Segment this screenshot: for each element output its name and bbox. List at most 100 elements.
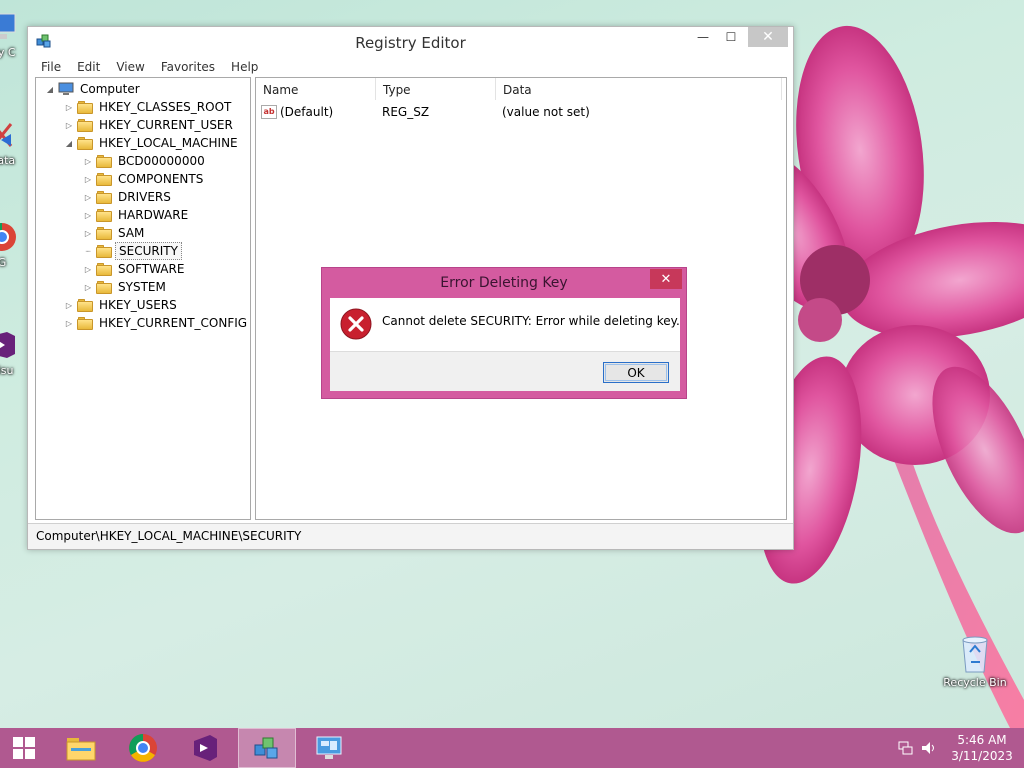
- taskbar: 5:46 AM 3/11/2023: [0, 728, 1024, 768]
- tree-node-bcd00000000[interactable]: ▷ BCD00000000: [82, 152, 208, 170]
- tree-node-label: HKEY_LOCAL_MACHINE: [99, 136, 238, 150]
- desktop-icon-label: My C: [0, 46, 16, 59]
- tree-node-hkey-local-machine[interactable]: ◢ HKEY_LOCAL_MACHINE: [63, 134, 241, 152]
- menu-bar: File Edit View Favorites Help: [28, 57, 793, 77]
- expand-arrow-icon[interactable]: ▷: [63, 319, 75, 328]
- expand-arrow-icon[interactable]: ▷: [63, 301, 75, 310]
- taskbar-registry-editor[interactable]: [238, 728, 296, 768]
- ok-button[interactable]: OK: [603, 362, 669, 383]
- column-header-data[interactable]: Data: [496, 78, 782, 100]
- taskbar-visual-studio[interactable]: [176, 728, 234, 768]
- tree-node-drivers[interactable]: ▷ DRIVERS: [82, 188, 174, 206]
- tree-node-hkey-current-user[interactable]: ▷ HKEY_CURRENT_USER: [63, 116, 236, 134]
- visual-studio-icon: [194, 735, 217, 761]
- title-bar[interactable]: Registry Editor — ☐ ✕: [28, 27, 793, 57]
- menu-favorites[interactable]: Favorites: [153, 57, 223, 77]
- folder-icon: [96, 154, 112, 168]
- tree-node-label: Computer: [80, 82, 140, 96]
- folder-icon: [77, 100, 93, 114]
- expand-arrow-icon[interactable]: ▷: [82, 211, 94, 220]
- tree-connector: ┈: [85, 246, 91, 256]
- tree-node-hkey-classes-root[interactable]: ▷ HKEY_CLASSES_ROOT: [63, 98, 234, 116]
- tree-node-hkey-current-config[interactable]: ▷ HKEY_CURRENT_CONFIG: [63, 314, 250, 332]
- expand-arrow-icon[interactable]: ▷: [63, 121, 75, 130]
- recycle-bin-icon: [962, 636, 988, 673]
- dialog-body: Cannot delete SECURITY: Error while dele…: [330, 298, 680, 351]
- recycle-bin-label: Recycle Bin: [943, 676, 1007, 689]
- registry-editor-icon: [254, 737, 278, 759]
- tree-node-label: COMPONENTS: [118, 172, 204, 186]
- error-icon: [340, 308, 372, 340]
- folder-icon: [96, 208, 112, 222]
- expand-arrow-icon[interactable]: ▷: [63, 103, 75, 112]
- string-value-icon: ab: [261, 105, 277, 119]
- clock-date: 3/11/2023: [951, 749, 1013, 763]
- dialog-footer: OK: [330, 351, 680, 391]
- expand-arrow-icon[interactable]: ▷: [82, 175, 94, 184]
- folder-icon: [77, 118, 93, 132]
- maximize-button[interactable]: ☐: [718, 27, 744, 47]
- tree-node-system[interactable]: ▷ SYSTEM: [82, 278, 169, 296]
- volume-icon[interactable]: [920, 740, 938, 756]
- tree-node-security[interactable]: ┈ SECURITY: [82, 242, 182, 260]
- tree-node-computer[interactable]: ◢ Computer: [44, 80, 143, 98]
- expand-arrow-icon[interactable]: ▷: [82, 157, 94, 166]
- folder-icon: [77, 316, 93, 330]
- collapse-arrow-icon[interactable]: ◢: [44, 85, 56, 94]
- tree-node-label: HARDWARE: [118, 208, 189, 222]
- status-bar: Computer\HKEY_LOCAL_MACHINE\SECURITY: [28, 523, 793, 549]
- key-tree-pane[interactable]: ◢ Computer ▷ HKEY_CLASSES_ROOT ▷ HKEY_CU…: [35, 77, 251, 520]
- dialog-title: Error Deleting Key: [440, 275, 568, 291]
- folder-icon: [96, 226, 112, 240]
- desktop-icon-label: Visu: [0, 364, 14, 377]
- menu-edit[interactable]: Edit: [69, 57, 108, 77]
- close-button[interactable]: ✕: [748, 27, 788, 47]
- taskbar-file-explorer[interactable]: [52, 728, 110, 768]
- value-type: REG_SZ: [382, 105, 430, 119]
- desktop-icon-label: Data: [0, 154, 16, 167]
- value-data: (value not set): [502, 105, 590, 119]
- taskbar-chrome[interactable]: [114, 728, 172, 768]
- tree-node-hkey-users[interactable]: ▷ HKEY_USERS: [63, 296, 180, 314]
- expand-arrow-icon[interactable]: ▷: [82, 229, 94, 238]
- expand-arrow-icon[interactable]: ▷: [82, 193, 94, 202]
- network-icon[interactable]: [898, 740, 914, 756]
- tree-node-label: DRIVERS: [118, 190, 171, 204]
- desktop-icon-label: G: [0, 256, 7, 269]
- tree-node-label: HKEY_CLASSES_ROOT: [99, 100, 232, 114]
- folder-icon: [96, 244, 112, 258]
- folder-icon: [96, 190, 112, 204]
- dialog-close-button[interactable]: ✕: [650, 269, 682, 289]
- collapse-arrow-icon[interactable]: ◢: [63, 139, 75, 148]
- tree-node-label: SYSTEM: [118, 280, 166, 294]
- folder-icon: [96, 262, 112, 276]
- taskbar-remote-desktop[interactable]: [300, 728, 358, 768]
- expand-arrow-icon[interactable]: ▷: [82, 265, 94, 274]
- menu-file[interactable]: File: [33, 57, 69, 77]
- menu-view[interactable]: View: [108, 57, 152, 77]
- column-header-type[interactable]: Type: [376, 78, 496, 100]
- minimize-button[interactable]: —: [690, 27, 716, 47]
- file-explorer-icon: [66, 738, 96, 761]
- clock-time: 5:46 AM: [957, 733, 1007, 747]
- data-tool-icon: [0, 123, 13, 147]
- folder-icon: [96, 280, 112, 294]
- value-row-default[interactable]: ab (Default) REG_SZ (value not set): [261, 103, 590, 121]
- desktop-icon-recycle-bin[interactable]: Recycle Bin: [940, 632, 1010, 689]
- tree-node-label: HKEY_USERS: [99, 298, 177, 312]
- taskbar-clock[interactable]: 5:46 AM 3/11/2023: [948, 732, 1016, 764]
- tree-node-label: BCD00000000: [118, 154, 205, 168]
- tree-node-sam[interactable]: ▷ SAM: [82, 224, 147, 242]
- computer-icon: [58, 82, 74, 95]
- chrome-icon: [129, 734, 157, 762]
- folder-icon: [77, 298, 93, 312]
- tree-node-hardware[interactable]: ▷ HARDWARE: [82, 206, 191, 224]
- menu-help[interactable]: Help: [223, 57, 266, 77]
- windows-logo-icon: [13, 737, 35, 759]
- value-name: (Default): [280, 105, 334, 119]
- tree-node-software[interactable]: ▷ SOFTWARE: [82, 260, 187, 278]
- column-header-name[interactable]: Name: [256, 78, 376, 100]
- tree-node-components[interactable]: ▷ COMPONENTS: [82, 170, 206, 188]
- expand-arrow-icon[interactable]: ▷: [82, 283, 94, 292]
- start-button[interactable]: [0, 728, 48, 768]
